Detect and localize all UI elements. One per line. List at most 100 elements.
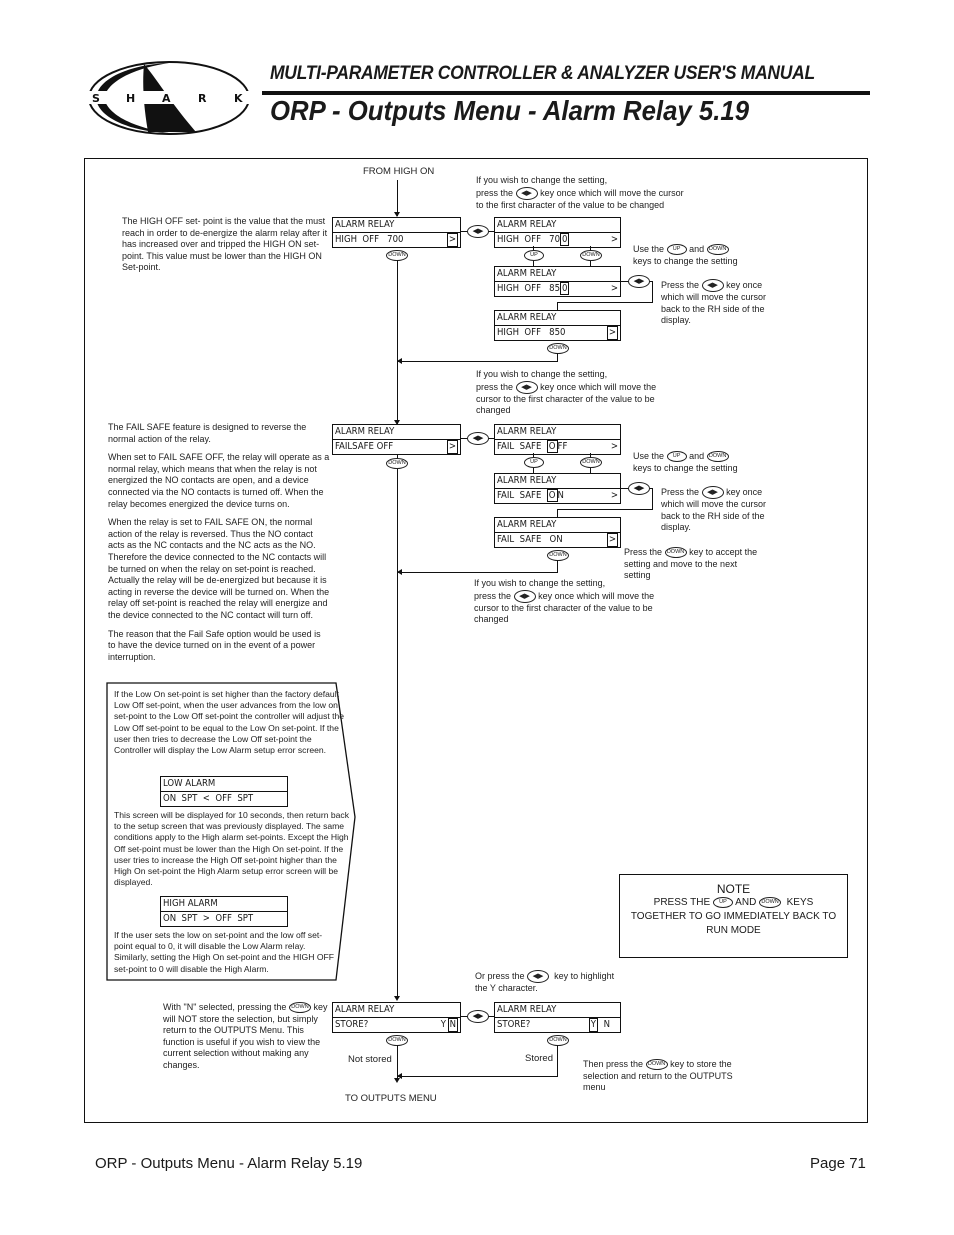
- svg-text:H: H: [126, 92, 135, 105]
- page-number: Page 71: [810, 1155, 866, 1172]
- lcd-option-y: Y: [440, 1019, 446, 1030]
- paragraph: When set to FAIL SAFE OFF, the relay wil…: [108, 452, 330, 509]
- hint-text: key to highlight: [554, 970, 615, 981]
- lcd-value: FAIL SAFE: [497, 490, 547, 501]
- lcd-line2: STORE? Y N: [495, 1017, 620, 1032]
- gt-cursor: >: [446, 440, 458, 454]
- left-right-key-icon: ◀▶: [467, 432, 489, 445]
- store-highlight-hint: Or press the ◀▶ key to highlight the Y c…: [475, 970, 655, 995]
- lcd-value: FAIL SAFE ON: [497, 534, 563, 545]
- note-line: PRESS THE UP AND DOWN KEYS: [620, 896, 847, 910]
- lcd-option-n: N: [603, 1019, 610, 1030]
- note-line: TOGETHER TO GO IMMEDIATELY BACK TO: [630, 911, 837, 922]
- fail-safe-accept-hint: Press the DOWN key to accept the setting…: [624, 547, 784, 582]
- hint-text: key to accept the: [689, 547, 758, 557]
- lcd-high-off-850: ALARM RELAY HIGH OFF 850 >: [494, 310, 621, 341]
- down-key-icon: DOWN: [664, 547, 687, 559]
- left-right-key-icon: ◀▶: [701, 279, 724, 292]
- hint-line: Press the ◀▶ key once: [661, 486, 786, 499]
- connector: [557, 302, 558, 310]
- gt-cursor: >: [446, 233, 458, 247]
- lcd-high-alarm-error: HIGH ALARM ON SPT > OFF SPT: [160, 896, 288, 927]
- up-key-icon: UP: [524, 250, 544, 261]
- hint-text: Use the: [633, 451, 665, 461]
- lcd-line2: HIGH OFF 850 >: [495, 281, 620, 296]
- down-key-icon: DOWN: [580, 250, 602, 261]
- hint-line: cursor to the first character of the val…: [474, 602, 653, 613]
- lcd-value: FAIL SAFE: [497, 441, 547, 452]
- hint-line: to the first character of the value to b…: [476, 199, 665, 210]
- gt-indicator: >: [610, 234, 618, 245]
- hint-line: If you wish to change the setting,: [476, 369, 608, 379]
- left-right-key-icon: ◀▶: [467, 1010, 489, 1023]
- note-line: RUN MODE: [706, 925, 761, 936]
- note-text: PRESS THE: [653, 897, 711, 908]
- svg-text:S: S: [92, 92, 100, 105]
- fail-safe-description: The FAIL SAFE feature is designed to rev…: [108, 422, 330, 670]
- lcd-line1: LOW ALARM: [163, 778, 216, 789]
- lcd-line2: HIGH OFF 700 >: [333, 232, 460, 247]
- lcd-line2: FAILSAFE OFF >: [333, 439, 460, 454]
- left-right-key-icon: ◀▶: [527, 970, 550, 983]
- hint-line: press the ◀▶ key once which will move th…: [474, 589, 694, 603]
- connector: [557, 509, 653, 510]
- lcd-cursor: O: [546, 440, 558, 453]
- lcd-line2: FAIL SAFE O FF >: [495, 439, 620, 454]
- note-text: AND: [735, 897, 757, 908]
- lcd-option-n-selected: N: [447, 1018, 458, 1032]
- alarm-callout: If the Low On set-point is set higher th…: [114, 689, 350, 756]
- left-right-key-icon: ◀▶: [628, 482, 650, 495]
- down-key-icon: DOWN: [547, 343, 569, 354]
- hint-line: display.: [661, 522, 691, 533]
- hint-line: which will move the cursor: [661, 292, 767, 302]
- lcd-line2: FAIL SAFE ON >: [495, 488, 620, 503]
- hint-text: Press the: [661, 279, 700, 290]
- lcd-line1: ALARM RELAY: [335, 1004, 395, 1015]
- hint-line: If you wish to change the setting,: [476, 175, 608, 185]
- hint-text: and: [689, 451, 705, 461]
- high-off-press-lr-hint: Press the ◀▶ key once which will move th…: [661, 279, 786, 327]
- paragraph: If the Low On set-point is set higher th…: [114, 689, 345, 756]
- high-off-description: The HIGH OFF set- point is the value tha…: [122, 216, 328, 273]
- alarm-callout-p3: If the user sets the low on set-point an…: [114, 930, 335, 974]
- lcd-store-y: ALARM RELAY STORE? Y N: [494, 1002, 621, 1033]
- lcd-value: N: [557, 490, 564, 501]
- gt-cursor: >: [606, 533, 618, 547]
- hint-text: key once: [726, 486, 763, 497]
- paragraph: The FAIL SAFE feature is designed to rev…: [108, 422, 307, 444]
- lcd-line1: ALARM RELAY: [497, 219, 557, 230]
- left-right-key-icon: ◀▶: [515, 186, 538, 200]
- up-key-icon: UP: [712, 896, 733, 908]
- lcd-line1: ALARM RELAY: [497, 312, 557, 323]
- lcd-value: HIGH OFF 85: [497, 283, 561, 294]
- store-n-note: With "N" selected, pressing the DOWN key…: [163, 1002, 328, 1072]
- lcd-failsafe-edit-on: ALARM RELAY FAIL SAFE O N >: [494, 473, 621, 504]
- hint-text: Or press the: [475, 970, 525, 981]
- flow-line: [397, 470, 398, 998]
- hint-line: Press the ◀▶ key once: [661, 279, 786, 292]
- hint-line: press the ◀▶ key once which will move th…: [476, 186, 726, 200]
- down-key-icon: DOWN: [386, 458, 408, 469]
- hint-text: key once which will move the: [538, 590, 655, 601]
- svg-text:A: A: [162, 92, 171, 105]
- down-key-icon: DOWN: [288, 1002, 311, 1014]
- hint-line: Use the UP and DOWN: [633, 451, 763, 463]
- hint-line: display.: [661, 315, 691, 326]
- to-outputs-menu-label: TO OUTPUTS MENU: [345, 1093, 437, 1104]
- left-right-key-icon: ◀▶: [701, 486, 724, 499]
- lcd-value: STORE?: [335, 1019, 369, 1030]
- connector: [557, 560, 558, 572]
- hint-line: press the ◀▶ key once which will move th…: [476, 380, 696, 394]
- up-key-icon: UP: [666, 451, 687, 463]
- hint-line: changed: [474, 614, 509, 625]
- hint-text: key once which will move the: [540, 381, 657, 392]
- down-key-icon: DOWN: [547, 550, 569, 561]
- hint-text: Then press the: [583, 1059, 644, 1069]
- lcd-line1: ALARM RELAY: [335, 219, 395, 230]
- fail-safe-press-lr-hint: Press the ◀▶ key once which will move th…: [661, 486, 786, 534]
- lcd-line2: HIGH OFF 850 >: [495, 325, 620, 340]
- lcd-line1: ALARM RELAY: [497, 475, 557, 486]
- note-text: KEYS: [786, 897, 814, 908]
- lcd-line1: ALARM RELAY: [497, 268, 557, 279]
- footer-section-title: ORP - Outputs Menu - Alarm Relay 5.19: [95, 1155, 363, 1172]
